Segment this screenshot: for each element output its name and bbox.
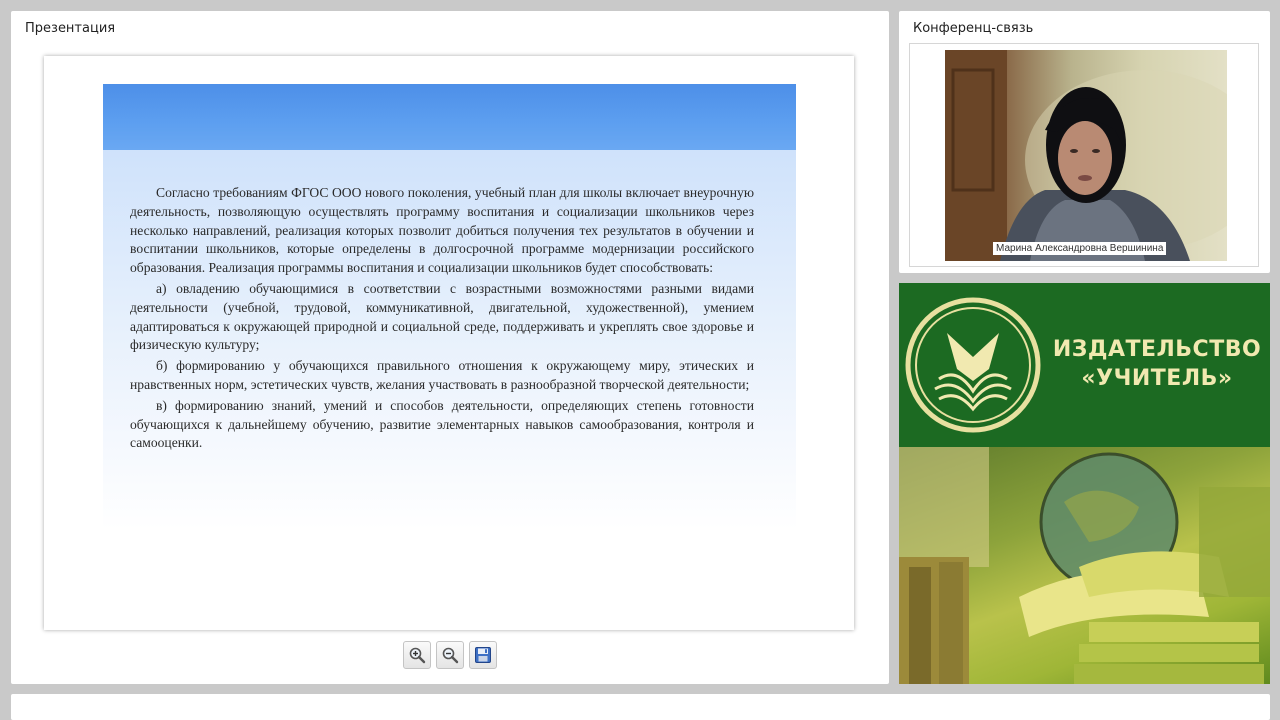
slide-header-band [103, 84, 796, 150]
slide-paragraph: б) формированию у обучающихся правильног… [130, 358, 754, 392]
zoom-in-icon [409, 647, 426, 664]
zoom-out-button[interactable] [436, 641, 464, 669]
zoom-out-icon [442, 647, 459, 664]
video-frame: Марина Александровна Вершинина [909, 43, 1259, 267]
participant-name-tag: Марина Александровна Вершинина [993, 242, 1167, 255]
conference-panel: Конференц-связь Марина Александровна Вер… [899, 11, 1270, 273]
presentation-panel: Презентация Согласно требованиям ФГОС ОО… [11, 11, 889, 684]
conference-panel-title: Конференц-связь [913, 21, 1034, 36]
publisher-logo-area: ИЗДАТЕЛЬСТВО «УЧИТЕЛЬ» [899, 283, 1270, 447]
save-icon [475, 647, 491, 663]
publisher-banner: ИЗДАТЕЛЬСТВО «УЧИТЕЛЬ» [899, 283, 1270, 684]
slide-paragraph: а) овладению обучающимися в соответствии… [130, 280, 754, 353]
slide-toolbar [403, 641, 497, 669]
books-and-globe-image [899, 447, 1270, 684]
participant-video[interactable]: Марина Александровна Вершинина [945, 50, 1227, 261]
slide-paragraph: в) формированию знаний, умений и способо… [130, 397, 754, 451]
slide-paragraph: Согласно требованиям ФГОС ООО нового пок… [130, 185, 754, 276]
publisher-name-line1: ИЗДАТЕЛЬСТВО [1052, 337, 1262, 362]
publisher-name-line2: «УЧИТЕЛЬ» [1081, 366, 1233, 391]
zoom-in-button[interactable] [403, 641, 431, 669]
participant-silhouette [945, 50, 1227, 261]
slide-text: Согласно требованиям ФГОС ООО нового пок… [130, 184, 754, 455]
bottom-panel [11, 694, 1270, 720]
presentation-slide[interactable]: Согласно требованиям ФГОС ООО нового пок… [44, 56, 854, 630]
publisher-logo-icon [905, 297, 1041, 433]
presentation-panel-title: Презентация [25, 21, 116, 36]
publisher-books-image [899, 447, 1270, 684]
save-button[interactable] [469, 641, 497, 669]
slide-body: Согласно требованиям ФГОС ООО нового пок… [103, 150, 796, 530]
